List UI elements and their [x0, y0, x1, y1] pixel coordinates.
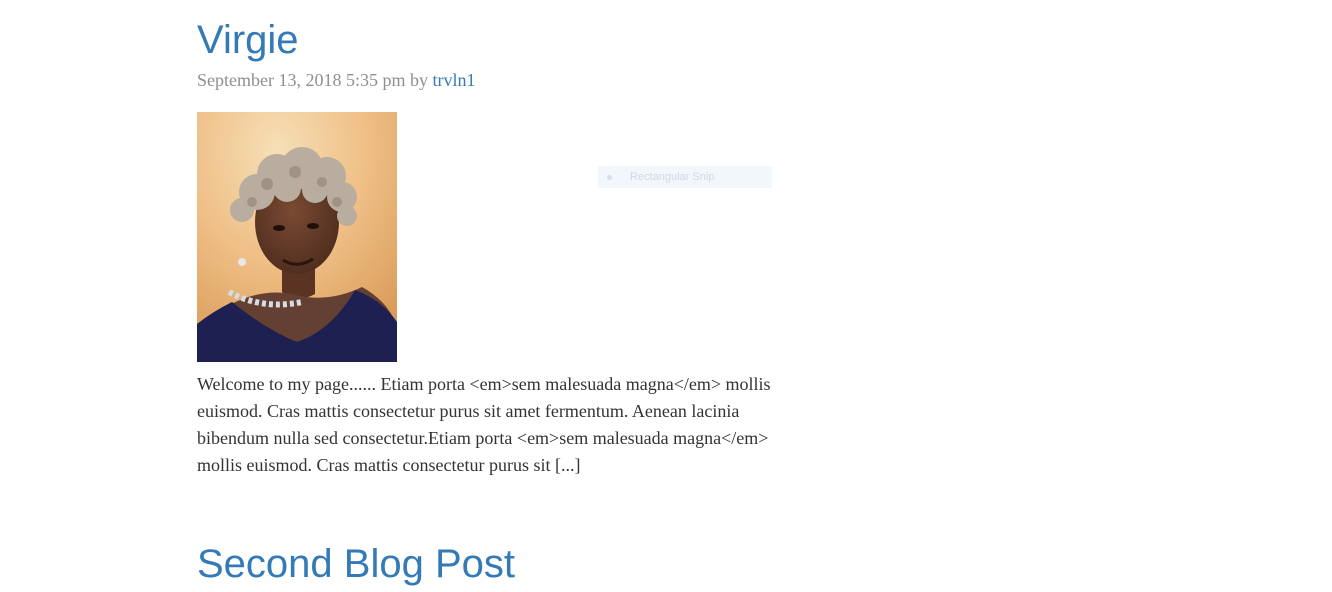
post-by-text: by	[405, 70, 433, 90]
rectangular-snip-tooltip: Rectangular Snip	[598, 166, 772, 188]
portrait-photo	[197, 112, 397, 362]
snip-mode-label: Rectangular Snip	[630, 171, 715, 183]
post-thumbnail-image[interactable]	[197, 112, 397, 362]
blog-post: Virgie September 13, 2018 5:35 pm by trv…	[197, 14, 807, 479]
snip-mode-icon	[607, 175, 612, 180]
post-date: September 13, 2018 5:35 pm	[197, 70, 406, 90]
post-title-link[interactable]: Virgie	[197, 14, 807, 66]
post-title-link[interactable]: Second Blog Post	[197, 538, 807, 590]
post-meta: September 13, 2018 5:35 pm by trvln1	[197, 68, 807, 92]
post-author-link[interactable]: trvln1	[432, 70, 475, 90]
post-excerpt: Welcome to my page...... Etiam porta <em…	[197, 374, 771, 475]
blog-post: Second Blog Post	[197, 538, 807, 590]
